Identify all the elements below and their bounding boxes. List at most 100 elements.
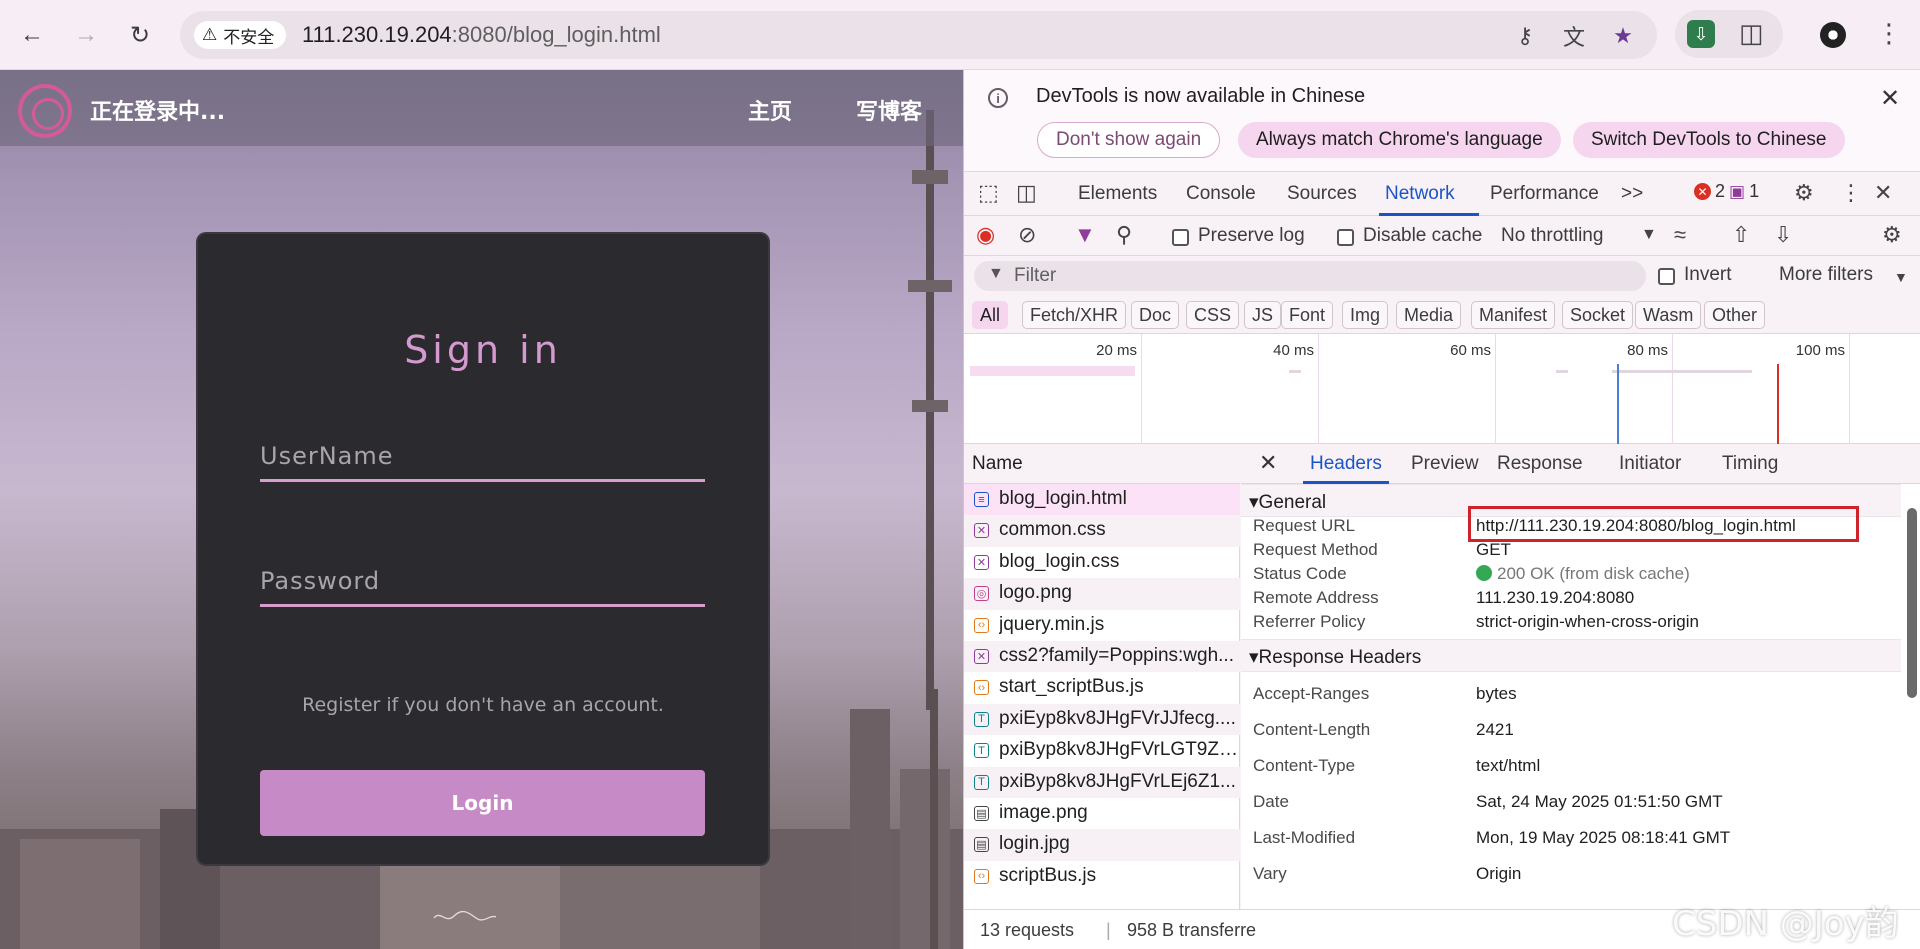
request-row[interactable]: ✕ common.css [964, 515, 1240, 547]
site-logo-icon[interactable] [18, 84, 72, 138]
login-button[interactable]: Login [260, 770, 705, 836]
more-filters-dropdown[interactable]: More filters [1779, 264, 1873, 286]
type-wasm[interactable]: Wasm [1635, 301, 1702, 329]
search-icon[interactable]: ⚲ [1116, 222, 1132, 248]
network-toolbar: ◉ ⊘ ▼ ⚲ Preserve log Disable cache No th… [964, 216, 1920, 256]
switch-to-chinese-button[interactable]: Switch DevTools to Chinese [1573, 122, 1845, 158]
tab-preview[interactable]: Preview [1411, 453, 1479, 475]
tab-console[interactable]: Console [1186, 183, 1256, 205]
download-icon[interactable]: ⇩ [1774, 222, 1792, 248]
preserve-log-checkbox[interactable] [1172, 229, 1189, 246]
header-key: Request Method [1253, 540, 1378, 559]
chevron-down-icon[interactable]: ▼ [1641, 226, 1657, 244]
network-conditions-icon[interactable]: ≈ [1674, 222, 1686, 248]
dont-show-again-button[interactable]: Don't show again [1037, 122, 1221, 158]
type-css[interactable]: CSS [1186, 301, 1240, 329]
name-column-header[interactable]: Name [964, 444, 1240, 484]
network-settings-gear-icon[interactable]: ⚙ [1882, 222, 1902, 248]
security-chip[interactable]: ⚠ 不安全 [194, 21, 287, 49]
login-card: Sign in UserName Password Register if yo… [198, 234, 768, 864]
type-other[interactable]: Other [1704, 301, 1766, 329]
header-key: Content-Length [1253, 720, 1371, 739]
puzzle-icon[interactable]: ◫ [1739, 18, 1764, 49]
register-link[interactable]: Register if you don't have an account. [198, 694, 768, 716]
back-arrow-icon[interactable]: ← [14, 17, 50, 53]
css-file-icon: ✕ [974, 649, 989, 664]
nav-home-link[interactable]: 主页 [748, 94, 792, 126]
request-row[interactable]: ‹› start_scriptBus.js [964, 672, 1240, 703]
response-headers-section-header[interactable]: ▾Response Headers [1241, 639, 1901, 672]
preserve-log-label: Preserve log [1198, 225, 1305, 246]
key-icon[interactable]: ⚷ [1511, 22, 1539, 50]
site-navbar: 正在登录中... 主页 写博客 [0, 70, 963, 146]
tab-elements[interactable]: Elements [1078, 183, 1157, 205]
header-key: Status Code [1253, 564, 1347, 583]
download-extension-icon[interactable]: ⇩ [1687, 20, 1715, 48]
type-img[interactable]: Img [1342, 301, 1389, 329]
tab-performance[interactable]: Performance [1490, 183, 1599, 205]
throttling-select[interactable]: No throttling [1501, 225, 1603, 247]
request-row[interactable]: ▤ login.jpg [964, 829, 1240, 861]
gridline [1141, 334, 1142, 444]
bookmark-star-icon[interactable]: ★ [1609, 22, 1637, 50]
request-row[interactable]: ‹› scriptBus.js [964, 861, 1240, 892]
request-row[interactable]: ▤ image.png [964, 798, 1240, 829]
more-filters-chevron-icon[interactable]: ▼ [1894, 269, 1908, 285]
device-toolbar-icon[interactable]: ◫ [1016, 180, 1037, 206]
more-tabs-button[interactable]: >> [1621, 183, 1643, 205]
upload-icon[interactable]: ⇧ [1732, 222, 1750, 248]
request-row[interactable]: TpxiEyp8kv8JHgFVrJJfecg.... [964, 703, 1240, 736]
type-media[interactable]: Media [1396, 301, 1462, 329]
request-row[interactable]: ‹› jquery.min.js [964, 610, 1240, 641]
close-detail-icon[interactable]: ✕ [1259, 450, 1277, 476]
disable-cache-checkbox[interactable] [1337, 229, 1354, 246]
type-js[interactable]: JS [1244, 301, 1282, 329]
type-font[interactable]: Font [1281, 301, 1334, 329]
always-match-language-button[interactable]: Always match Chrome's language [1238, 122, 1561, 158]
devtools-more-icon[interactable]: ⋮ [1840, 180, 1862, 206]
issues-counter[interactable]: ✕ 2 ▣ 1 [1694, 181, 1759, 202]
detail-scrollbar[interactable] [1906, 484, 1918, 949]
tab-sources[interactable]: Sources [1287, 183, 1357, 205]
detail-tabbar: ✕ Headers Preview Response Initiator Tim… [1241, 444, 1920, 484]
filter-input[interactable]: ▼ Filter [974, 261, 1646, 291]
invert-checkbox[interactable] [1658, 268, 1675, 285]
tab-initiator[interactable]: Initiator [1619, 453, 1681, 475]
username-input[interactable]: UserName [260, 442, 705, 482]
type-all[interactable]: All [972, 301, 1009, 329]
type-doc[interactable]: Doc [1131, 301, 1180, 329]
request-row[interactable]: ✕ css2?family=Poppins:wgh... [964, 641, 1240, 673]
type-fetch-xhr[interactable]: Fetch/XHR [1022, 301, 1127, 329]
name-header-label: Name [972, 453, 1023, 474]
network-overview-timeline[interactable]: 20 ms 40 ms 60 ms 80 ms 100 ms [964, 334, 1920, 444]
profile-avatar[interactable] [1820, 22, 1846, 48]
nav-write-link[interactable]: 写博客 [856, 94, 922, 126]
request-row[interactable]: ✕ blog_login.css [964, 547, 1240, 578]
request-row[interactable]: ◎ logo.png [964, 578, 1240, 610]
clear-icon[interactable]: ⊘ [1018, 222, 1036, 248]
tab-response[interactable]: Response [1497, 453, 1583, 475]
translate-icon[interactable]: 文 [1560, 22, 1588, 50]
tab-network[interactable]: Network [1385, 183, 1455, 205]
url-text[interactable]: 111.230.19.204:8080/blog_login.html [302, 22, 661, 48]
scrollbar-thumb[interactable] [1907, 508, 1917, 698]
password-input[interactable]: Password [260, 567, 705, 607]
close-devtools-icon[interactable]: ✕ [1874, 180, 1892, 206]
close-icon[interactable]: ✕ [1880, 84, 1900, 113]
more-vert-icon[interactable]: ⋮ [1876, 18, 1902, 49]
type-manifest[interactable]: Manifest [1471, 301, 1556, 329]
message-count: 1 [1749, 181, 1760, 201]
tab-headers[interactable]: Headers [1310, 453, 1382, 475]
type-socket[interactable]: Socket [1562, 301, 1634, 329]
reload-icon[interactable]: ↻ [122, 17, 158, 53]
request-row[interactable]: ≡ blog_login.html [964, 484, 1240, 516]
request-row[interactable]: TpxiByp8kv8JHgFVrLGT9Z1... [964, 735, 1240, 766]
record-stop-icon[interactable]: ◉ [976, 222, 995, 248]
tab-timing[interactable]: Timing [1722, 453, 1778, 475]
settings-gear-icon[interactable]: ⚙ [1794, 180, 1814, 206]
forward-arrow-icon[interactable]: → [68, 17, 104, 53]
inspect-element-icon[interactable]: ⬚ [978, 180, 999, 206]
address-bar[interactable]: ⚠ 不安全 111.230.19.204:8080/blog_login.htm… [180, 11, 1657, 59]
filter-funnel-icon[interactable]: ▼ [1074, 222, 1096, 248]
request-row[interactable]: TpxiByp8kv8JHgFVrLEj6Z1... [964, 766, 1240, 798]
